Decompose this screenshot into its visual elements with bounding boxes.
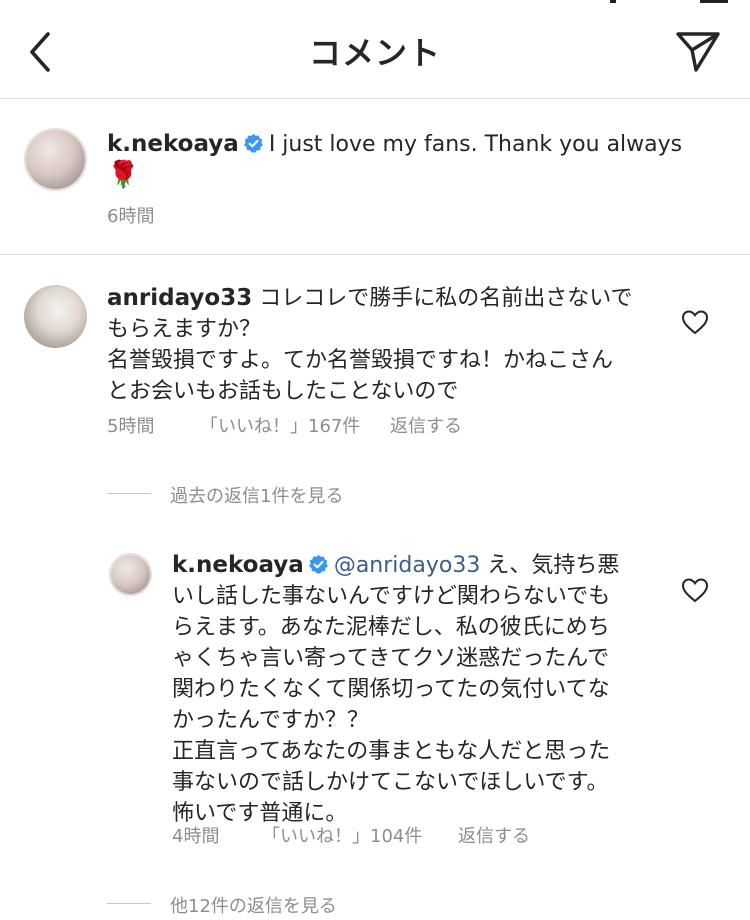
- timestamp: 6時間: [107, 206, 155, 227]
- comment-text: コレコレで勝手に私の名前出さないで: [259, 286, 633, 311]
- verified-badge-icon: [243, 133, 263, 153]
- comment-text-line: とお会いもお話もしたことないので: [107, 379, 459, 404]
- reply-text-line: 関わりたくなくて関係切ってたの気付いてな: [172, 677, 610, 702]
- reply-button[interactable]: 返信する: [458, 822, 530, 848]
- view-past-replies-button[interactable]: 過去の返信1件を見る: [170, 482, 343, 508]
- reply-text: え、気持ち悪: [480, 553, 620, 578]
- avatar[interactable]: [24, 285, 87, 348]
- rose-emoji: 🌹: [107, 160, 140, 190]
- comment-meta: 5時間 「いいね！」167件 返信する: [107, 412, 462, 438]
- avatar[interactable]: [24, 128, 87, 191]
- username[interactable]: k.nekoaya: [172, 552, 304, 578]
- verified-badge-icon: [308, 554, 328, 574]
- page-title: コメント: [308, 34, 441, 72]
- replies-divider: [107, 903, 151, 904]
- comment-text-line: 名誉毀損ですよ。てか名誉毀損ですね！かねこさん: [107, 348, 614, 373]
- heart-outline-icon[interactable]: [681, 309, 709, 335]
- avatar[interactable]: [109, 553, 152, 596]
- reply-button[interactable]: 返信する: [390, 412, 462, 438]
- caption-text: I just love my fans. Thank you always: [268, 132, 683, 157]
- caption-text-block: k.nekoaya I just love my fans. Thank you …: [107, 129, 717, 192]
- mention-link[interactable]: @anridayo33: [334, 553, 481, 578]
- likes-count[interactable]: 「いいね！」167件: [200, 412, 390, 438]
- likes-count[interactable]: 「いいね！」104件: [262, 822, 458, 848]
- reply-text-line: かったんですか？？: [172, 708, 369, 733]
- reply-meta: 4時間 「いいね！」104件 返信する: [172, 822, 530, 848]
- reply-text-line: 事ないので話しかけてこないでほしいです。: [172, 770, 609, 795]
- reply-text-line: らえます。あなた泥棒だし、私の彼氏にめち: [172, 615, 610, 640]
- username[interactable]: k.nekoaya: [107, 131, 239, 157]
- comment-text-block: anridayo33 コレコレで勝手に私の名前出さないで もらえますか？ 名誉毀…: [107, 283, 667, 407]
- post-caption: k.nekoaya I just love my fans. Thank you …: [0, 99, 750, 255]
- timestamp: 5時間: [107, 416, 155, 437]
- timestamp: 4時間: [172, 826, 220, 847]
- replies-divider: [107, 493, 151, 494]
- reply-text-line: いし話した事ないんですけど関わらないでも: [172, 584, 611, 609]
- reply-text-line: ゃくちゃ言い寄ってきてクソ迷惑だったんで: [172, 646, 610, 671]
- reply-text-block: k.nekoaya @anridayo33 え、気持ち悪 いし話した事ないんですけ…: [172, 550, 672, 829]
- heart-outline-icon[interactable]: [681, 577, 709, 603]
- username[interactable]: anridayo33: [107, 285, 252, 311]
- paper-plane-icon: [676, 32, 720, 72]
- comment-text-line: もらえますか？: [107, 317, 262, 342]
- header-bar: コメント: [0, 0, 750, 99]
- view-more-replies-button[interactable]: 他12件の返信を見る: [170, 892, 337, 918]
- caption-meta: 6時間: [107, 202, 154, 228]
- reply-text-line: 正直言ってあなたの事まともな人だと思った: [172, 739, 611, 764]
- share-button[interactable]: [674, 28, 722, 76]
